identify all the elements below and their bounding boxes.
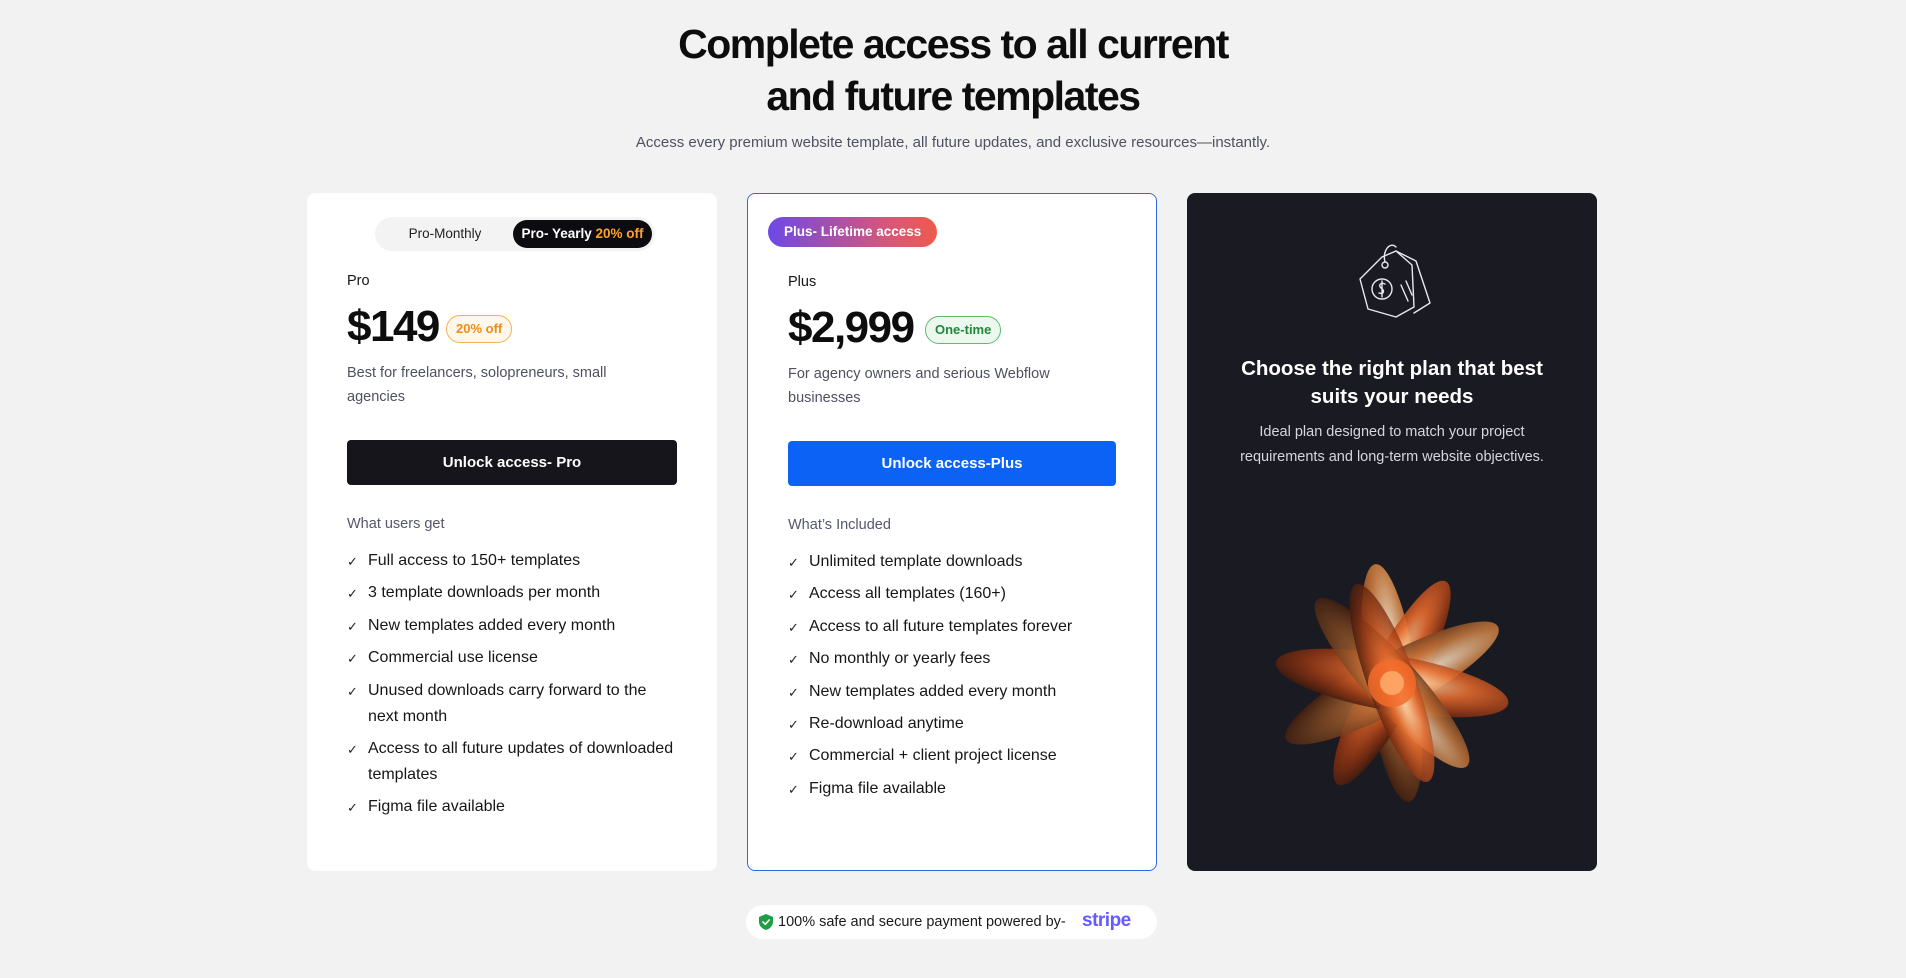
feature-text: Access to all future templates forever (809, 617, 1073, 635)
feature-text: Figma file available (368, 798, 505, 816)
check-icon: ✓ (788, 555, 799, 570)
price-tag-icon (1359, 244, 1431, 318)
toggle-yearly-discount: 20% off (595, 226, 644, 241)
plan-description: Best for freelancers, solopreneurs, smal… (347, 365, 607, 405)
check-icon: ✓ (347, 586, 358, 602)
feature-text: Commercial use license (368, 649, 538, 667)
hero-title-line-1: Complete access to all current (678, 21, 1229, 67)
check-icon: ✓ (788, 749, 799, 765)
feature-text: Commercial + client project license (809, 747, 1057, 765)
list-item: ✓ New templates added every month (788, 679, 1118, 705)
feature-text: No monthly or yearly fees (809, 650, 991, 668)
shield-check-icon (759, 914, 773, 930)
check-icon: ✓ (347, 651, 358, 667)
check-icon: ✓ (347, 800, 358, 816)
list-item: ✓ Figma file available (788, 776, 1118, 802)
features-heading: What users get (347, 516, 445, 532)
pro-feature-list: ✓ Full access to 150+ templates ✓ 3 templa… (347, 548, 677, 827)
check-icon: ✓ (788, 619, 799, 635)
plus-plan-card: Plus- Lifetime access Plus $2,999 One-ti… (747, 193, 1157, 871)
check-icon: ✓ (788, 716, 799, 732)
unlock-plus-button[interactable]: Unlock access-Plus (788, 441, 1116, 486)
discount-badge: 20% off (446, 315, 513, 343)
check-icon: ✓ (788, 587, 799, 603)
plus-feature-list: ✓ Unlimited template downloads ✓ Access al… (788, 549, 1118, 808)
stripe-logo: stripe (1082, 910, 1131, 931)
check-icon: ✓ (347, 741, 358, 757)
feature-text: Unlimited template downloads (809, 553, 1023, 570)
feature-text: Access all templates (160+) (809, 585, 1006, 603)
plan-guide-card: Choose the right plan that best suits yo… (1187, 193, 1597, 871)
feature-text: New templates added every month (368, 616, 616, 634)
check-icon: ✓ (788, 652, 799, 668)
list-item: ✓ 3 template downloads per month (347, 580, 677, 606)
secure-payment-text: 100% safe and secure payment powered by- (778, 914, 1066, 930)
feature-text: Figma file available (809, 779, 946, 797)
list-item: ✓ Re-download anytime (788, 711, 1118, 737)
hero-title-line-2: and future templates (766, 73, 1141, 119)
hero-subtitle: Access every premium website template, a… (635, 134, 1271, 151)
list-item: ✓ No monthly or yearly fees (788, 646, 1118, 672)
billing-toggle: Pro-Monthly Pro- Yearly 20% off (375, 217, 655, 251)
toggle-pro-yearly[interactable]: Pro- Yearly 20% off (513, 220, 652, 248)
features-heading: What’s Included (788, 517, 891, 533)
secure-payment-badge: 100% safe and secure payment powered by-… (746, 905, 1157, 939)
plan-name: Plus (788, 274, 817, 290)
abstract-flower-image (1275, 564, 1509, 802)
list-item: ✓ Commercial use license (347, 645, 677, 671)
list-item: ✓ Access to all future templates forever (788, 614, 1118, 640)
guide-description: Ideal plan designed to match your projec… (1240, 424, 1544, 465)
list-item: ✓ Figma file available (347, 794, 677, 820)
feature-text: Re-download anytime (809, 714, 964, 732)
list-item: ✓ Full access to 150+ templates (347, 548, 677, 574)
check-icon: ✓ (788, 684, 799, 700)
check-icon: ✓ (347, 683, 358, 699)
list-item: ✓ New templates added every month (347, 613, 677, 639)
lifetime-access-pill: Plus- Lifetime access (768, 217, 938, 247)
list-item: ✓ Commercial + client project license (788, 743, 1118, 769)
feature-text: Access to all future updates of download… (368, 739, 674, 783)
list-item: ✓ Access to all future updates of downloa… (347, 736, 677, 788)
feature-text: 3 template downloads per month (368, 584, 601, 602)
list-item: ✓ Unlimited template downloads (788, 549, 1118, 575)
pro-plan-card: Pro-Monthly Pro- Yearly 20% off Pro $149… (307, 193, 717, 871)
feature-text: Unused downloads carry forward to the ne… (368, 681, 647, 725)
guide-title: Choose the right plan that best suits yo… (1241, 357, 1543, 408)
check-icon: ✓ (347, 554, 358, 569)
plan-description: For agency owners and serious Webflow bu… (788, 366, 1050, 406)
check-icon: ✓ (347, 618, 358, 634)
list-item: ✓ Access all templates (160+) (788, 581, 1118, 607)
list-item: ✓ Unused downloads carry forward to the n… (347, 678, 677, 730)
hero-title: Complete access to all current and futur… (0, 18, 1906, 122)
feature-text: Full access to 150+ templates (368, 552, 581, 569)
unlock-pro-button[interactable]: Unlock access- Pro (347, 440, 677, 485)
check-icon: ✓ (788, 781, 799, 797)
feature-text: New templates added every month (809, 682, 1057, 700)
toggle-pro-monthly[interactable]: Pro-Monthly (378, 220, 512, 248)
one-time-badge: One-time (925, 316, 1002, 344)
toggle-yearly-label: Pro- Yearly (521, 226, 596, 241)
plan-name: Pro (347, 273, 370, 289)
plan-price: $2,999 (788, 303, 915, 352)
plan-price: $149 (347, 302, 440, 351)
